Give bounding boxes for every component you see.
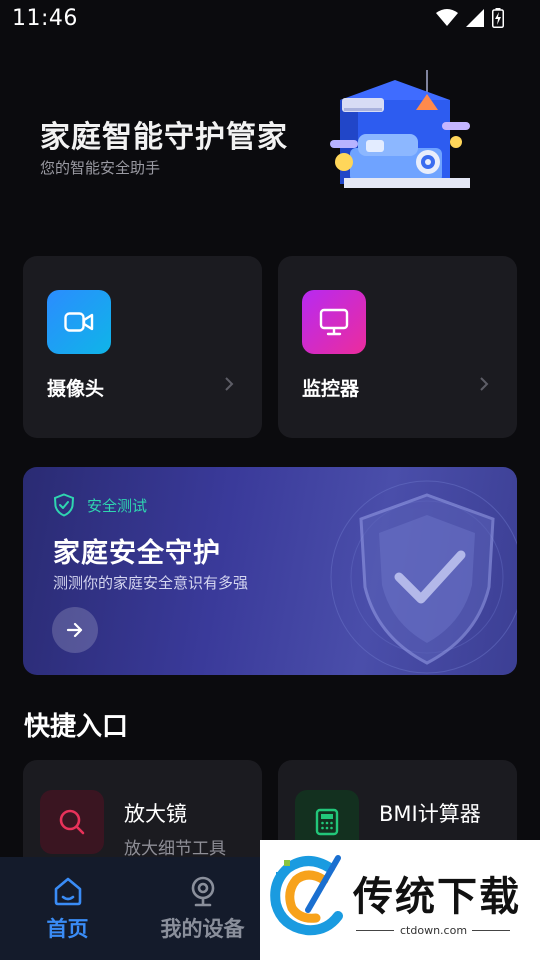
camera-card-label: 摄像头: [47, 378, 105, 400]
tab-home[interactable]: 首页: [0, 857, 135, 960]
monitor-icon: [302, 290, 366, 354]
camera-card[interactable]: 摄像头: [23, 256, 262, 438]
magnifier-title: 放大镜: [124, 802, 187, 826]
banner-title: 家庭安全守护: [53, 538, 221, 569]
watermark-line: [356, 930, 394, 931]
shield-check-icon: [53, 493, 75, 517]
status-icons: [436, 8, 504, 28]
tab-my-devices-label: 我的设备: [160, 917, 245, 941]
security-test-banner[interactable]: 安全测试 家庭安全守护 测测你的家庭安全意识有多强: [23, 467, 517, 675]
search-icon: [40, 790, 104, 854]
tab-my-devices[interactable]: 我的设备: [135, 857, 270, 960]
bmi-calculator-title: BMI计算器: [379, 802, 481, 826]
watermark-logo: 传统下载 ctdown.com: [260, 840, 540, 960]
home-icon: [54, 877, 81, 906]
shield-check-illustration: [330, 480, 517, 674]
watermark-line: [472, 930, 510, 931]
wifi-icon: [436, 9, 458, 26]
chevron-right-icon: [480, 377, 489, 391]
magnifier-subtitle: 放大细节工具: [124, 839, 226, 859]
page-title: 家庭智能守护管家: [40, 120, 288, 155]
watermark-text: 传统下载: [353, 874, 521, 920]
monitor-card-label: 监控器: [302, 378, 360, 400]
webcam-icon: [191, 876, 214, 907]
video-camera-icon: [47, 290, 111, 354]
signal-icon: [466, 9, 484, 27]
arrow-right-icon: [66, 622, 83, 638]
battery-charging-icon: [492, 8, 504, 28]
banner-subtitle: 测测你的家庭安全意识有多强: [53, 574, 249, 592]
tab-home-label: 首页: [46, 917, 89, 941]
banner-arrow-button[interactable]: [52, 607, 98, 653]
banner-tag-label: 安全测试: [87, 496, 148, 515]
status-bar: 11:46: [0, 0, 540, 40]
smart-home-illustration: [330, 70, 470, 188]
quick-access-title: 快捷入口: [24, 712, 129, 742]
status-time: 11:46: [12, 6, 78, 31]
banner-tag: 安全测试: [53, 493, 147, 517]
chevron-right-icon: [225, 377, 234, 391]
monitor-card[interactable]: 监控器: [278, 256, 517, 438]
page-subtitle: 您的智能安全助手: [40, 159, 161, 177]
ctdown-logo-icon: [270, 855, 343, 936]
watermark-url: ctdown.com: [400, 924, 468, 937]
